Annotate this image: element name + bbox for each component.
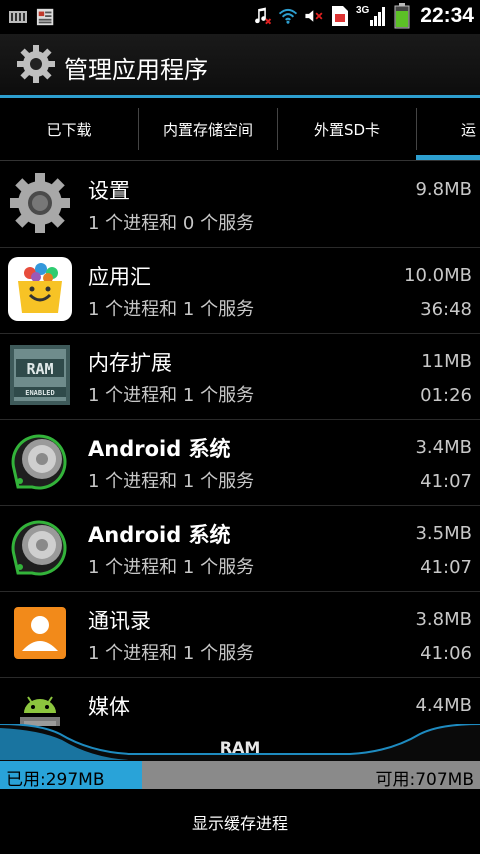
app-memory-size: 3.8MB xyxy=(415,609,472,630)
app-memory-size: 3.4MB xyxy=(415,437,472,458)
app-name: 通讯录 xyxy=(88,609,151,633)
title-bar: 管理应用程序 xyxy=(0,34,480,95)
tab-sd-card[interactable]: 外置SD卡 xyxy=(278,98,416,160)
android-robot-icon xyxy=(8,687,72,726)
contacts-icon xyxy=(8,601,72,665)
app-name: Android 系统 xyxy=(88,437,231,461)
app-name: 设置 xyxy=(88,179,130,203)
signal-icon: 3G xyxy=(356,5,386,26)
tab-downloaded[interactable]: 已下载 xyxy=(0,98,138,160)
storage-icon xyxy=(8,7,28,27)
tab-selected-indicator xyxy=(416,155,480,160)
sim-icon xyxy=(330,6,350,26)
app-row-android-system-2[interactable]: Android 系统 1 个进程和 1 个服务 3.5MB 41:07 xyxy=(0,505,480,592)
tab-internal-storage[interactable]: 内置存储空间 xyxy=(139,98,277,160)
app-store-bag-icon xyxy=(8,257,72,321)
app-memory-size: 9.8MB xyxy=(415,179,472,200)
bottom-bar: 显示缓存进程 xyxy=(0,789,480,854)
app-row-appchina[interactable]: 应用汇 1 个进程和 1 个服务 10.0MB 36:48 xyxy=(0,247,480,334)
battery-icon xyxy=(392,3,412,29)
app-memory-size: 4.4MB xyxy=(415,695,472,716)
gear-icon xyxy=(16,44,56,84)
tab-label: 运 xyxy=(461,120,477,139)
app-row-memory-expansion[interactable]: RAM ENABLED 内存扩展 1 个进程和 1 个服务 11MB 01:26 xyxy=(0,333,480,420)
app-run-time: 41:06 xyxy=(420,643,472,664)
status-bar: 3G 22:34 xyxy=(0,0,480,34)
app-row-android-system-1[interactable]: Android 系统 1 个进程和 1 个服务 3.4MB 41:07 xyxy=(0,419,480,506)
music-muted-icon xyxy=(252,6,272,26)
tab-bar: 已下载 内置存储空间 外置SD卡 运 xyxy=(0,98,480,161)
app-name: Android 系统 xyxy=(88,523,231,547)
app-row-settings[interactable]: 设置 1 个进程和 0 个服务 9.8MB xyxy=(0,161,480,248)
android-system-icon xyxy=(8,515,72,579)
app-row-media[interactable]: 媒体 4.4MB xyxy=(0,677,480,726)
settings-app-icon xyxy=(8,171,72,235)
app-run-time: 41:07 xyxy=(420,557,472,578)
running-app-list: 设置 1 个进程和 0 个服务 9.8MB 应用汇 1 个进程和 1 个服务 1… xyxy=(0,161,480,726)
svg-text:ENABLED: ENABLED xyxy=(25,389,55,397)
tab-label: 内置存储空间 xyxy=(162,120,253,139)
app-run-time: 36:48 xyxy=(420,299,472,320)
ram-chip-icon: RAM ENABLED xyxy=(8,343,72,407)
network-type: 3G xyxy=(356,5,370,16)
app-name: 应用汇 xyxy=(88,265,151,289)
app-memory-size: 3.5MB xyxy=(415,523,472,544)
app-process-info: 1 个进程和 1 个服务 xyxy=(88,557,255,578)
show-cached-processes-button[interactable]: 显示缓存进程 xyxy=(192,810,288,834)
app-run-time: 01:26 xyxy=(420,385,472,406)
svg-text:RAM: RAM xyxy=(26,360,53,378)
volume-muted-icon xyxy=(304,6,324,26)
android-system-icon xyxy=(8,429,72,493)
ram-used-text: 已用:297MB xyxy=(6,770,105,790)
ram-label: RAM xyxy=(219,738,261,757)
wifi-icon xyxy=(278,6,298,26)
app-run-time: 41:07 xyxy=(420,471,472,492)
app-memory-size: 11MB xyxy=(421,351,472,372)
tab-label: 已下载 xyxy=(46,120,92,139)
notification-icon xyxy=(36,7,56,27)
app-name: 媒体 xyxy=(88,695,130,719)
app-process-info: 1 个进程和 0 个服务 xyxy=(88,213,255,234)
app-name: 内存扩展 xyxy=(88,351,172,375)
app-process-info: 1 个进程和 1 个服务 xyxy=(88,643,255,664)
app-memory-size: 10.0MB xyxy=(404,265,472,286)
app-process-info: 1 个进程和 1 个服务 xyxy=(88,471,255,492)
page-title: 管理应用程序 xyxy=(64,56,208,84)
app-row-contacts[interactable]: 通讯录 1 个进程和 1 个服务 3.8MB 41:06 xyxy=(0,591,480,678)
ram-usage-bar: 已用:297MB 可用:707MB xyxy=(0,761,480,790)
tab-running[interactable]: 运 xyxy=(417,98,480,160)
status-time: 22:34 xyxy=(420,4,474,27)
app-process-info: 1 个进程和 1 个服务 xyxy=(88,299,255,320)
tab-label: 外置SD卡 xyxy=(313,120,381,139)
ram-free-text: 可用:707MB xyxy=(375,770,474,790)
app-process-info: 1 个进程和 1 个服务 xyxy=(88,385,255,406)
